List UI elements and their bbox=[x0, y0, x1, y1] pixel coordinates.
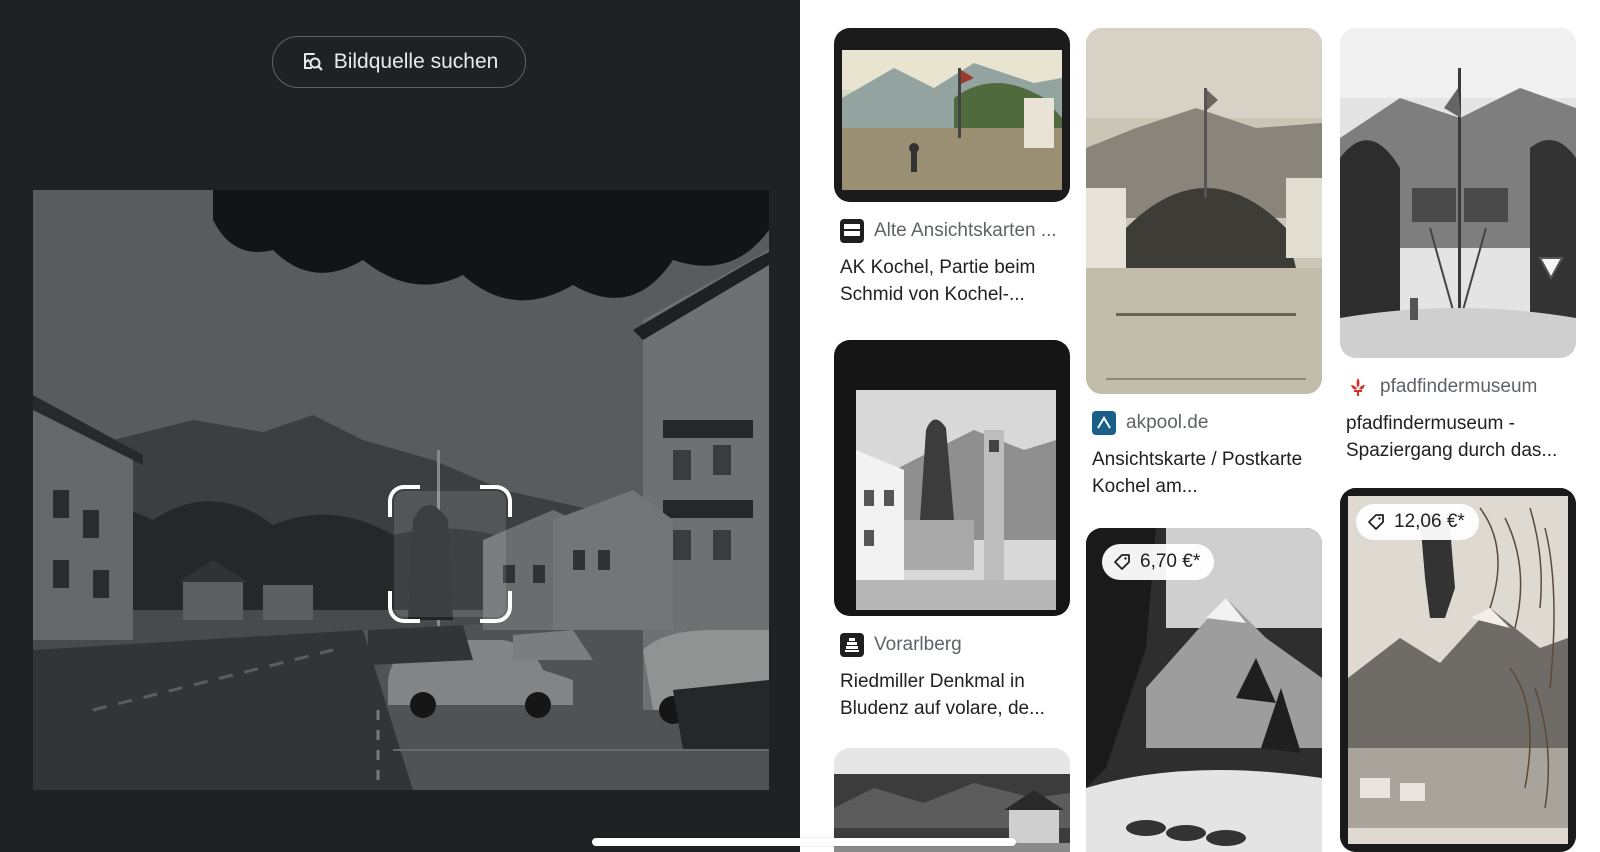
vorarlberg-logo bbox=[840, 633, 864, 657]
price-label: 6,70 €* bbox=[1140, 551, 1201, 572]
search-image-source-button[interactable]: Bildquelle suchen bbox=[272, 36, 526, 88]
lens-viewer: Bildquelle suchen bbox=[0, 0, 800, 852]
result-title[interactable]: pfadfindermuseum - Spaziergang durch das… bbox=[1346, 410, 1572, 464]
result-thumbnail[interactable] bbox=[1340, 28, 1576, 358]
price-tag-icon bbox=[1366, 512, 1386, 532]
crop-handle-top-left[interactable] bbox=[388, 485, 420, 517]
result-thumbnail[interactable] bbox=[1086, 28, 1322, 394]
result-title[interactable]: Ansichtskarte / Postkarte Kochel am... bbox=[1092, 446, 1318, 500]
result-source: Vorarlberg bbox=[840, 632, 1070, 658]
result-card[interactable]: Vorarlberg Riedmiller Denkmal in Bludenz… bbox=[834, 340, 1070, 722]
search-image-source-label: Bildquelle suchen bbox=[333, 50, 499, 73]
result-card[interactable]: pfadfindermuseum pfadfindermuseum - Spaz… bbox=[1340, 28, 1576, 464]
result-card[interactable]: 6,70 €* bbox=[1086, 528, 1322, 852]
result-thumbnail[interactable] bbox=[834, 340, 1070, 616]
crop-selection[interactable] bbox=[388, 485, 512, 623]
query-photo[interactable] bbox=[33, 190, 769, 790]
result-source: Alte Ansichtskarten ... bbox=[840, 218, 1070, 244]
result-title[interactable]: AK Kochel, Partie beim Schmid von Kochel… bbox=[840, 254, 1066, 308]
crop-handle-top-right[interactable] bbox=[480, 485, 512, 517]
result-card[interactable]: akpool.de Ansichtskarte / Postkarte Koch… bbox=[1086, 28, 1322, 500]
result-card[interactable] bbox=[834, 748, 1070, 852]
result-thumbnail[interactable]: 12,06 €* bbox=[1340, 488, 1576, 852]
result-card[interactable]: 12,06 €* bbox=[1340, 488, 1576, 852]
result-thumbnail[interactable]: 6,70 €* bbox=[1086, 528, 1322, 852]
result-card[interactable]: Alte Ansichtskarten ... AK Kochel, Parti… bbox=[834, 28, 1070, 308]
visual-matches-panel: Alte Ansichtskarten ... AK Kochel, Parti… bbox=[800, 0, 1600, 852]
result-thumbnail[interactable] bbox=[834, 28, 1070, 202]
result-source: pfadfindermuseum bbox=[1346, 374, 1576, 400]
image-search-icon bbox=[300, 50, 324, 74]
result-source: akpool.de bbox=[1092, 410, 1322, 436]
price-badge: 12,06 €* bbox=[1356, 504, 1479, 540]
fleur-de-lis-logo bbox=[1346, 375, 1370, 399]
price-tag-icon bbox=[1112, 552, 1132, 572]
price-label: 12,06 €* bbox=[1394, 511, 1465, 532]
akpool-logo bbox=[1092, 411, 1116, 435]
result-title[interactable]: Riedmiller Denkmal in Bludenz auf volare… bbox=[840, 668, 1066, 722]
crop-handle-bottom-right[interactable] bbox=[480, 591, 512, 623]
result-thumbnail[interactable] bbox=[834, 748, 1070, 852]
crop-handle-bottom-left[interactable] bbox=[388, 591, 420, 623]
postcard-shop-logo bbox=[840, 219, 864, 243]
price-badge: 6,70 €* bbox=[1102, 544, 1215, 580]
home-indicator[interactable] bbox=[592, 838, 1016, 846]
